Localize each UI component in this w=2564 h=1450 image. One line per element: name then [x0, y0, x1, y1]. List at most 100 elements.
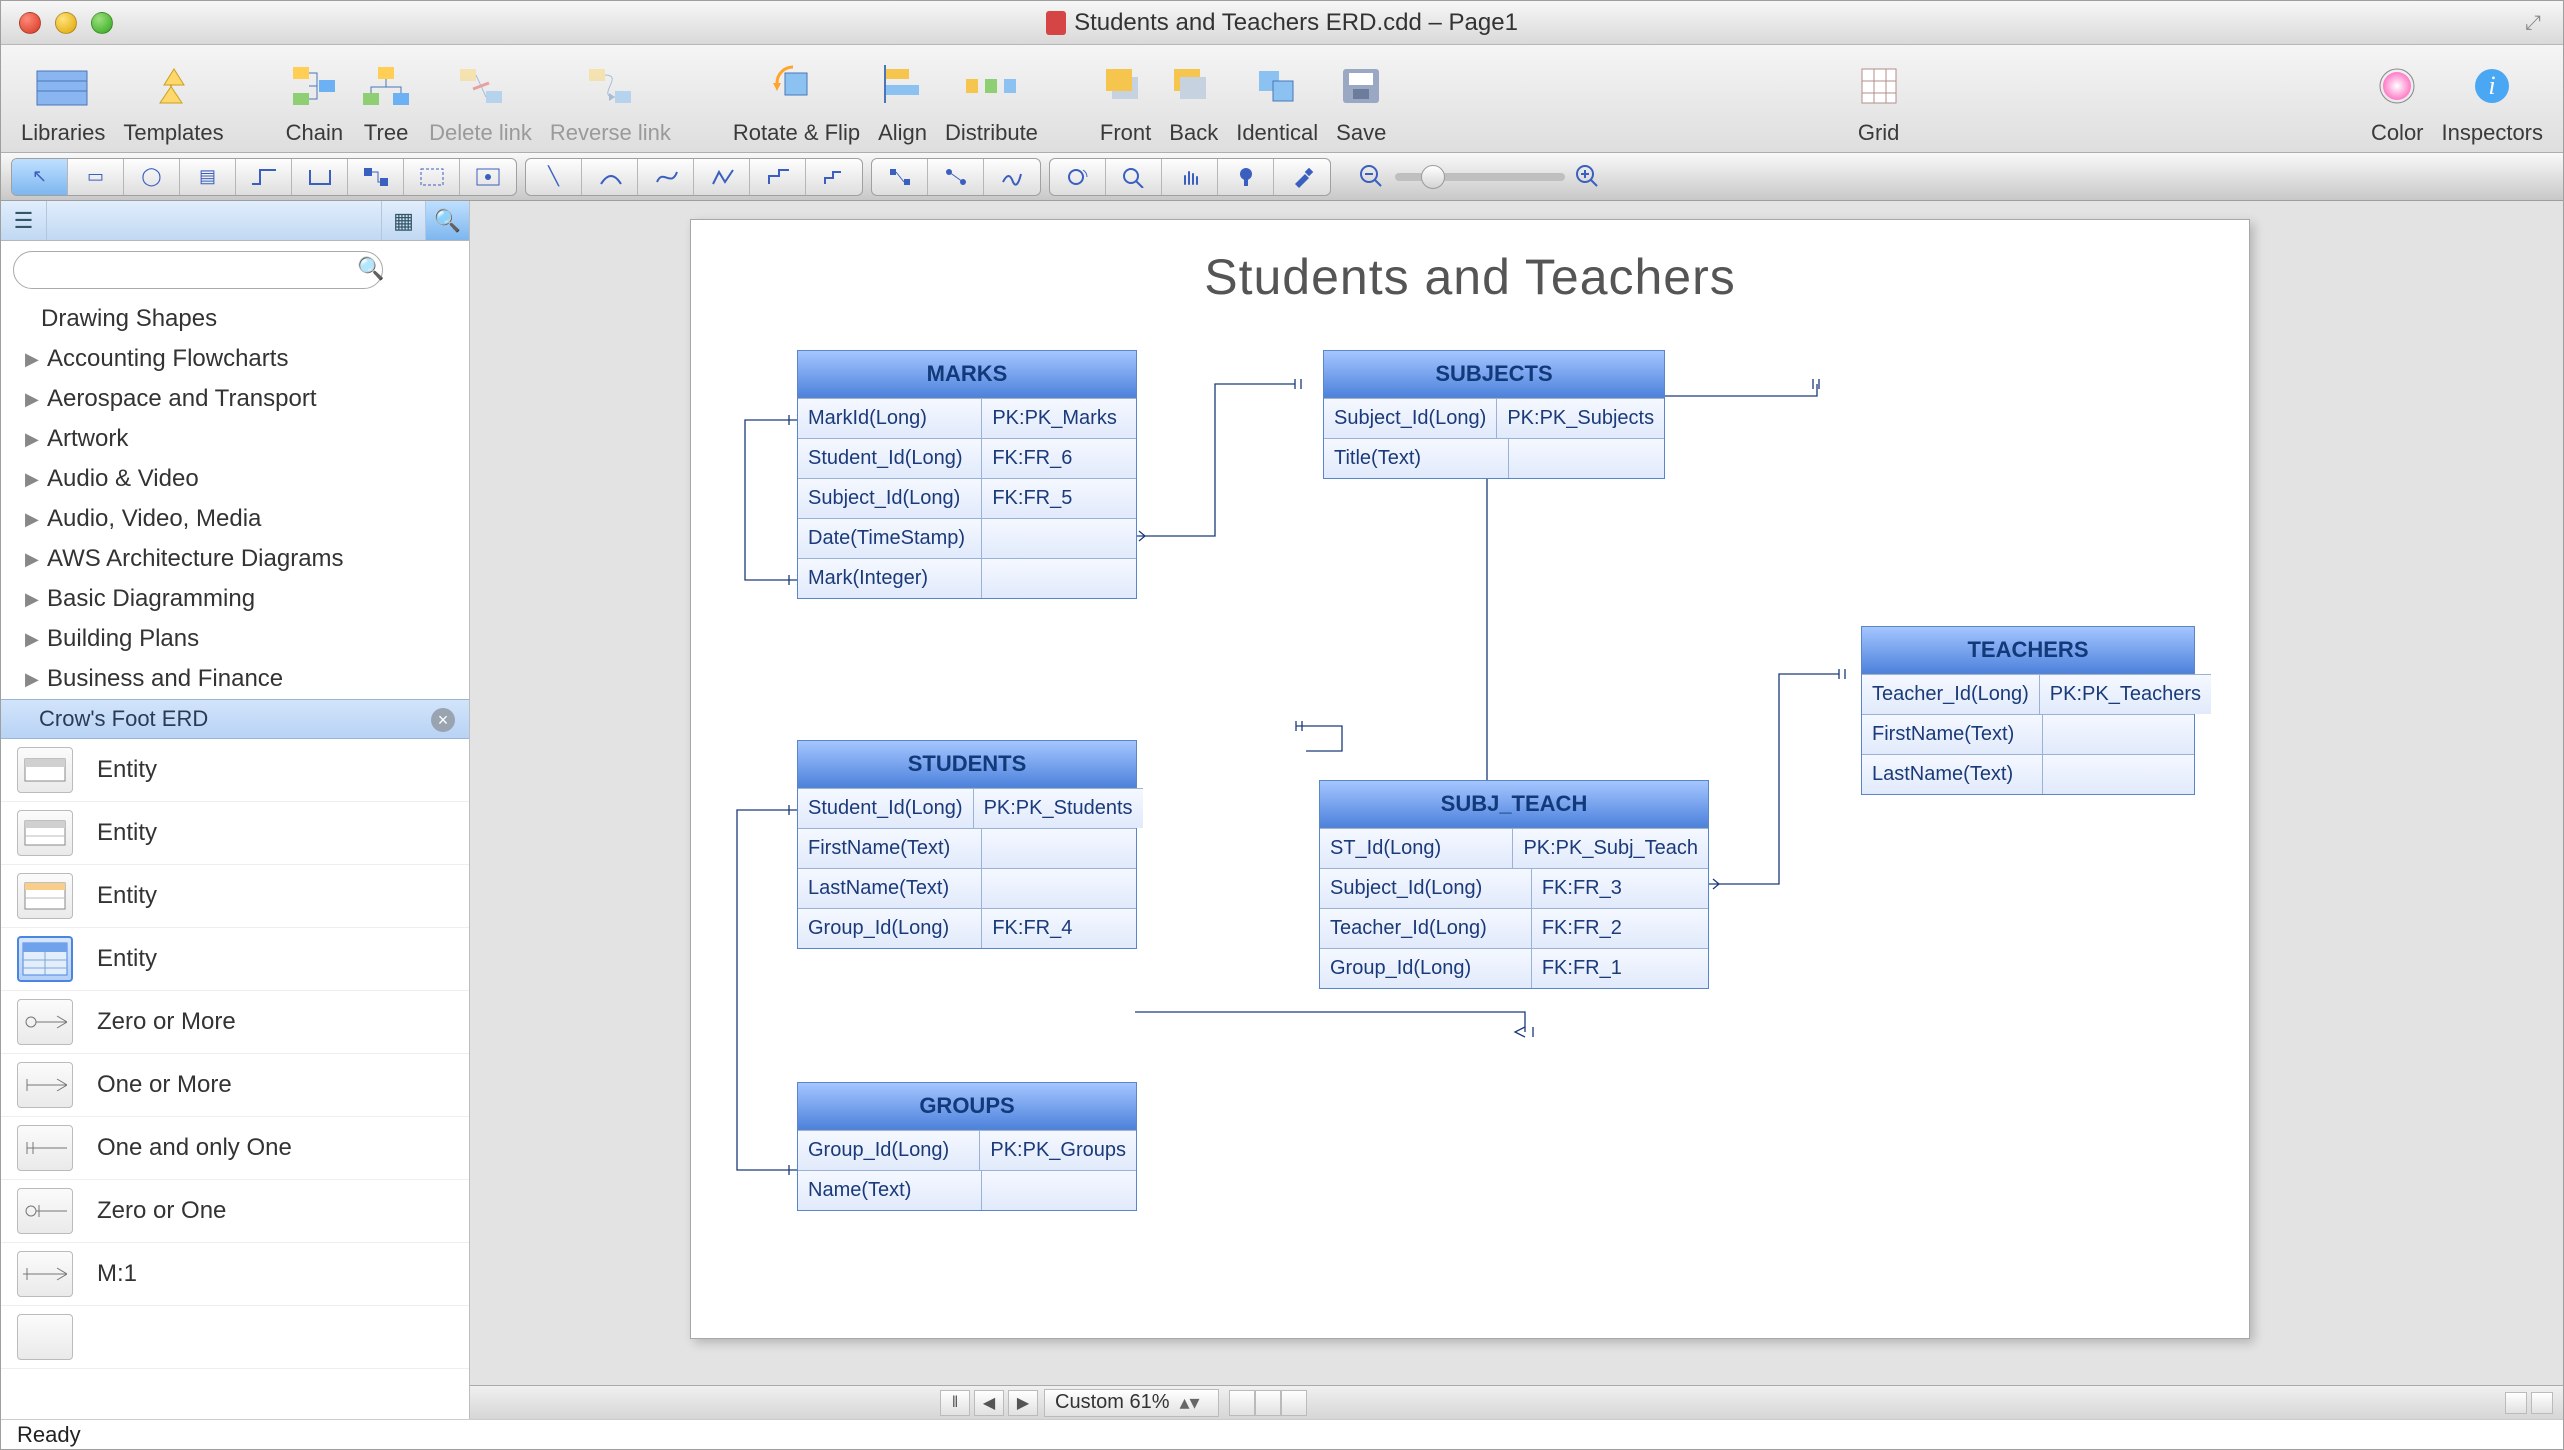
- templates-button[interactable]: Templates: [117, 56, 229, 146]
- shape-tools-segment: ↖ ▭ ◯ ▤: [11, 158, 517, 196]
- close-window-button[interactable]: [19, 12, 41, 34]
- minimize-window-button[interactable]: [55, 12, 77, 34]
- shape-item[interactable]: Entity: [1, 865, 469, 928]
- shape-item[interactable]: Zero or More: [1, 991, 469, 1054]
- poly-tool[interactable]: [694, 159, 750, 195]
- shape-item[interactable]: Zero or One: [1, 1180, 469, 1243]
- delete-link-button[interactable]: Delete link: [423, 56, 538, 146]
- edit-tools-segment: [871, 158, 1041, 196]
- align-button[interactable]: Align: [872, 56, 933, 146]
- status-bar: ‖ ◀ ▶ Custom 61%▴▾: [470, 1385, 2563, 1419]
- diagram-title: Students and Teachers: [691, 220, 2249, 346]
- shape-item[interactable]: Entity: [1, 802, 469, 865]
- identical-button[interactable]: Identical: [1230, 56, 1324, 146]
- pager-pause[interactable]: ‖: [940, 1390, 970, 1416]
- search-icon[interactable]: 🔍: [425, 201, 469, 240]
- category-item[interactable]: ▶Accounting Flowcharts: [1, 339, 469, 379]
- reverse-link-button[interactable]: Reverse link: [544, 56, 677, 146]
- shape-item-selected[interactable]: Entity: [1, 928, 469, 991]
- entity-title: MARKS: [798, 351, 1136, 398]
- view-tools-segment: [1049, 158, 1331, 196]
- entity-marks[interactable]: MARKS MarkId(Long)PK:PK_Marks Student_Id…: [797, 350, 1137, 599]
- category-item[interactable]: ▶Business and Finance: [1, 659, 469, 699]
- category-item[interactable]: Drawing Shapes: [1, 299, 469, 339]
- category-item[interactable]: ▶Aerospace and Transport: [1, 379, 469, 419]
- entity-teachers[interactable]: TEACHERS Teacher_Id(Long)PK:PK_Teachers …: [1861, 626, 2195, 795]
- zoom-window-button[interactable]: [91, 12, 113, 34]
- zoom-cycle-tool[interactable]: [1050, 159, 1106, 195]
- node-edit-tool[interactable]: [872, 159, 928, 195]
- libraries-button[interactable]: Libraries: [15, 56, 111, 146]
- text-tool[interactable]: ▤: [180, 159, 236, 195]
- page-tab[interactable]: [1255, 1390, 1281, 1416]
- zoom-tool[interactable]: [1106, 159, 1162, 195]
- category-item[interactable]: ▶Artwork: [1, 419, 469, 459]
- shape-item[interactable]: Entity: [1, 739, 469, 802]
- sidebar-toggle-icon[interactable]: ☰: [1, 201, 47, 240]
- back-button[interactable]: Back: [1163, 56, 1224, 146]
- status-icon[interactable]: [2531, 1392, 2553, 1414]
- category-item[interactable]: ▶Audio, Video, Media: [1, 499, 469, 539]
- zoom-level-select[interactable]: Custom 61%▴▾: [1044, 1389, 1219, 1417]
- zoom-out-icon[interactable]: [1359, 164, 1385, 190]
- entity-title: TEACHERS: [1862, 627, 2194, 674]
- shape-item[interactable]: One or More: [1, 1054, 469, 1117]
- rect-tool[interactable]: ▭: [68, 159, 124, 195]
- dropper-tool[interactable]: [1274, 159, 1330, 195]
- zoom-slider[interactable]: [1359, 164, 1601, 190]
- curve-tool[interactable]: [638, 159, 694, 195]
- save-button[interactable]: Save: [1330, 56, 1392, 146]
- distribute-button[interactable]: Distribute: [939, 56, 1044, 146]
- shape-item[interactable]: One and only One: [1, 1117, 469, 1180]
- page-tabs[interactable]: [1229, 1390, 1307, 1416]
- ortho-tool[interactable]: [750, 159, 806, 195]
- zoom-in-icon[interactable]: [1575, 164, 1601, 190]
- arc-tool[interactable]: [582, 159, 638, 195]
- chain-button[interactable]: Chain: [280, 56, 349, 146]
- eyedrop-tool[interactable]: [1218, 159, 1274, 195]
- pager-next[interactable]: ▶: [1008, 1390, 1038, 1416]
- tree-button[interactable]: Tree: [355, 56, 417, 146]
- canvas-page[interactable]: Students and Teachers: [690, 219, 2250, 1339]
- entity-subjects[interactable]: SUBJECTS Subject_Id(Long)PK:PK_Subjects …: [1323, 350, 1665, 479]
- category-item[interactable]: ▶AWS Architecture Diagrams: [1, 539, 469, 579]
- category-item[interactable]: ▶Audio & Video: [1, 459, 469, 499]
- pan-tool[interactable]: [1162, 159, 1218, 195]
- line-tools-segment: ╲: [525, 158, 863, 196]
- canvas-scroll[interactable]: Students and Teachers: [470, 201, 2563, 1385]
- shape-item[interactable]: M:1: [1, 1243, 469, 1306]
- status-icon[interactable]: [2505, 1392, 2527, 1414]
- step-tool[interactable]: [806, 159, 862, 195]
- rotate-flip-button[interactable]: Rotate & Flip: [727, 56, 866, 146]
- entity-groups[interactable]: GROUPS Group_Id(Long)PK:PK_Groups Name(T…: [797, 1082, 1137, 1211]
- select-tool[interactable]: ↖: [12, 159, 68, 195]
- segment-edit-tool[interactable]: [928, 159, 984, 195]
- entity-students[interactable]: STUDENTS Student_Id(Long)PK:PK_Students …: [797, 740, 1137, 949]
- inspectors-button[interactable]: i Inspectors: [2436, 56, 2550, 146]
- front-button[interactable]: Front: [1094, 56, 1157, 146]
- sidebar-header: ☰ ▦ 🔍: [1, 201, 469, 241]
- entity-subj-teach[interactable]: SUBJ_TEACH ST_Id(Long)PK:PK_Subj_Teach S…: [1319, 780, 1709, 989]
- ellipse-tool[interactable]: ◯: [124, 159, 180, 195]
- conn2-tool[interactable]: [292, 159, 348, 195]
- close-icon[interactable]: ×: [431, 708, 455, 732]
- category-item[interactable]: ▶Basic Diagramming: [1, 579, 469, 619]
- shape-item[interactable]: [1, 1306, 469, 1369]
- fullscreen-icon[interactable]: ⤢: [2525, 12, 2553, 34]
- conn4-tool[interactable]: [404, 159, 460, 195]
- line-tool[interactable]: ╲: [526, 159, 582, 195]
- pager-prev[interactable]: ◀: [974, 1390, 1004, 1416]
- color-button[interactable]: Color: [2365, 56, 2430, 146]
- grid-button[interactable]: Grid: [1852, 56, 1906, 146]
- freehand-tool[interactable]: [984, 159, 1040, 195]
- category-item[interactable]: ▶Building Plans: [1, 619, 469, 659]
- grid-view-icon[interactable]: ▦: [381, 201, 425, 240]
- selected-category[interactable]: Crow's Foot ERD ×: [1, 699, 469, 739]
- sidebar-filter-input[interactable]: [55, 207, 373, 235]
- page-tab[interactable]: [1281, 1390, 1307, 1416]
- conn5-tool[interactable]: [460, 159, 516, 195]
- sidebar-search-input[interactable]: [13, 251, 383, 289]
- page-tab[interactable]: [1229, 1390, 1255, 1416]
- conn1-tool[interactable]: [236, 159, 292, 195]
- conn3-tool[interactable]: [348, 159, 404, 195]
